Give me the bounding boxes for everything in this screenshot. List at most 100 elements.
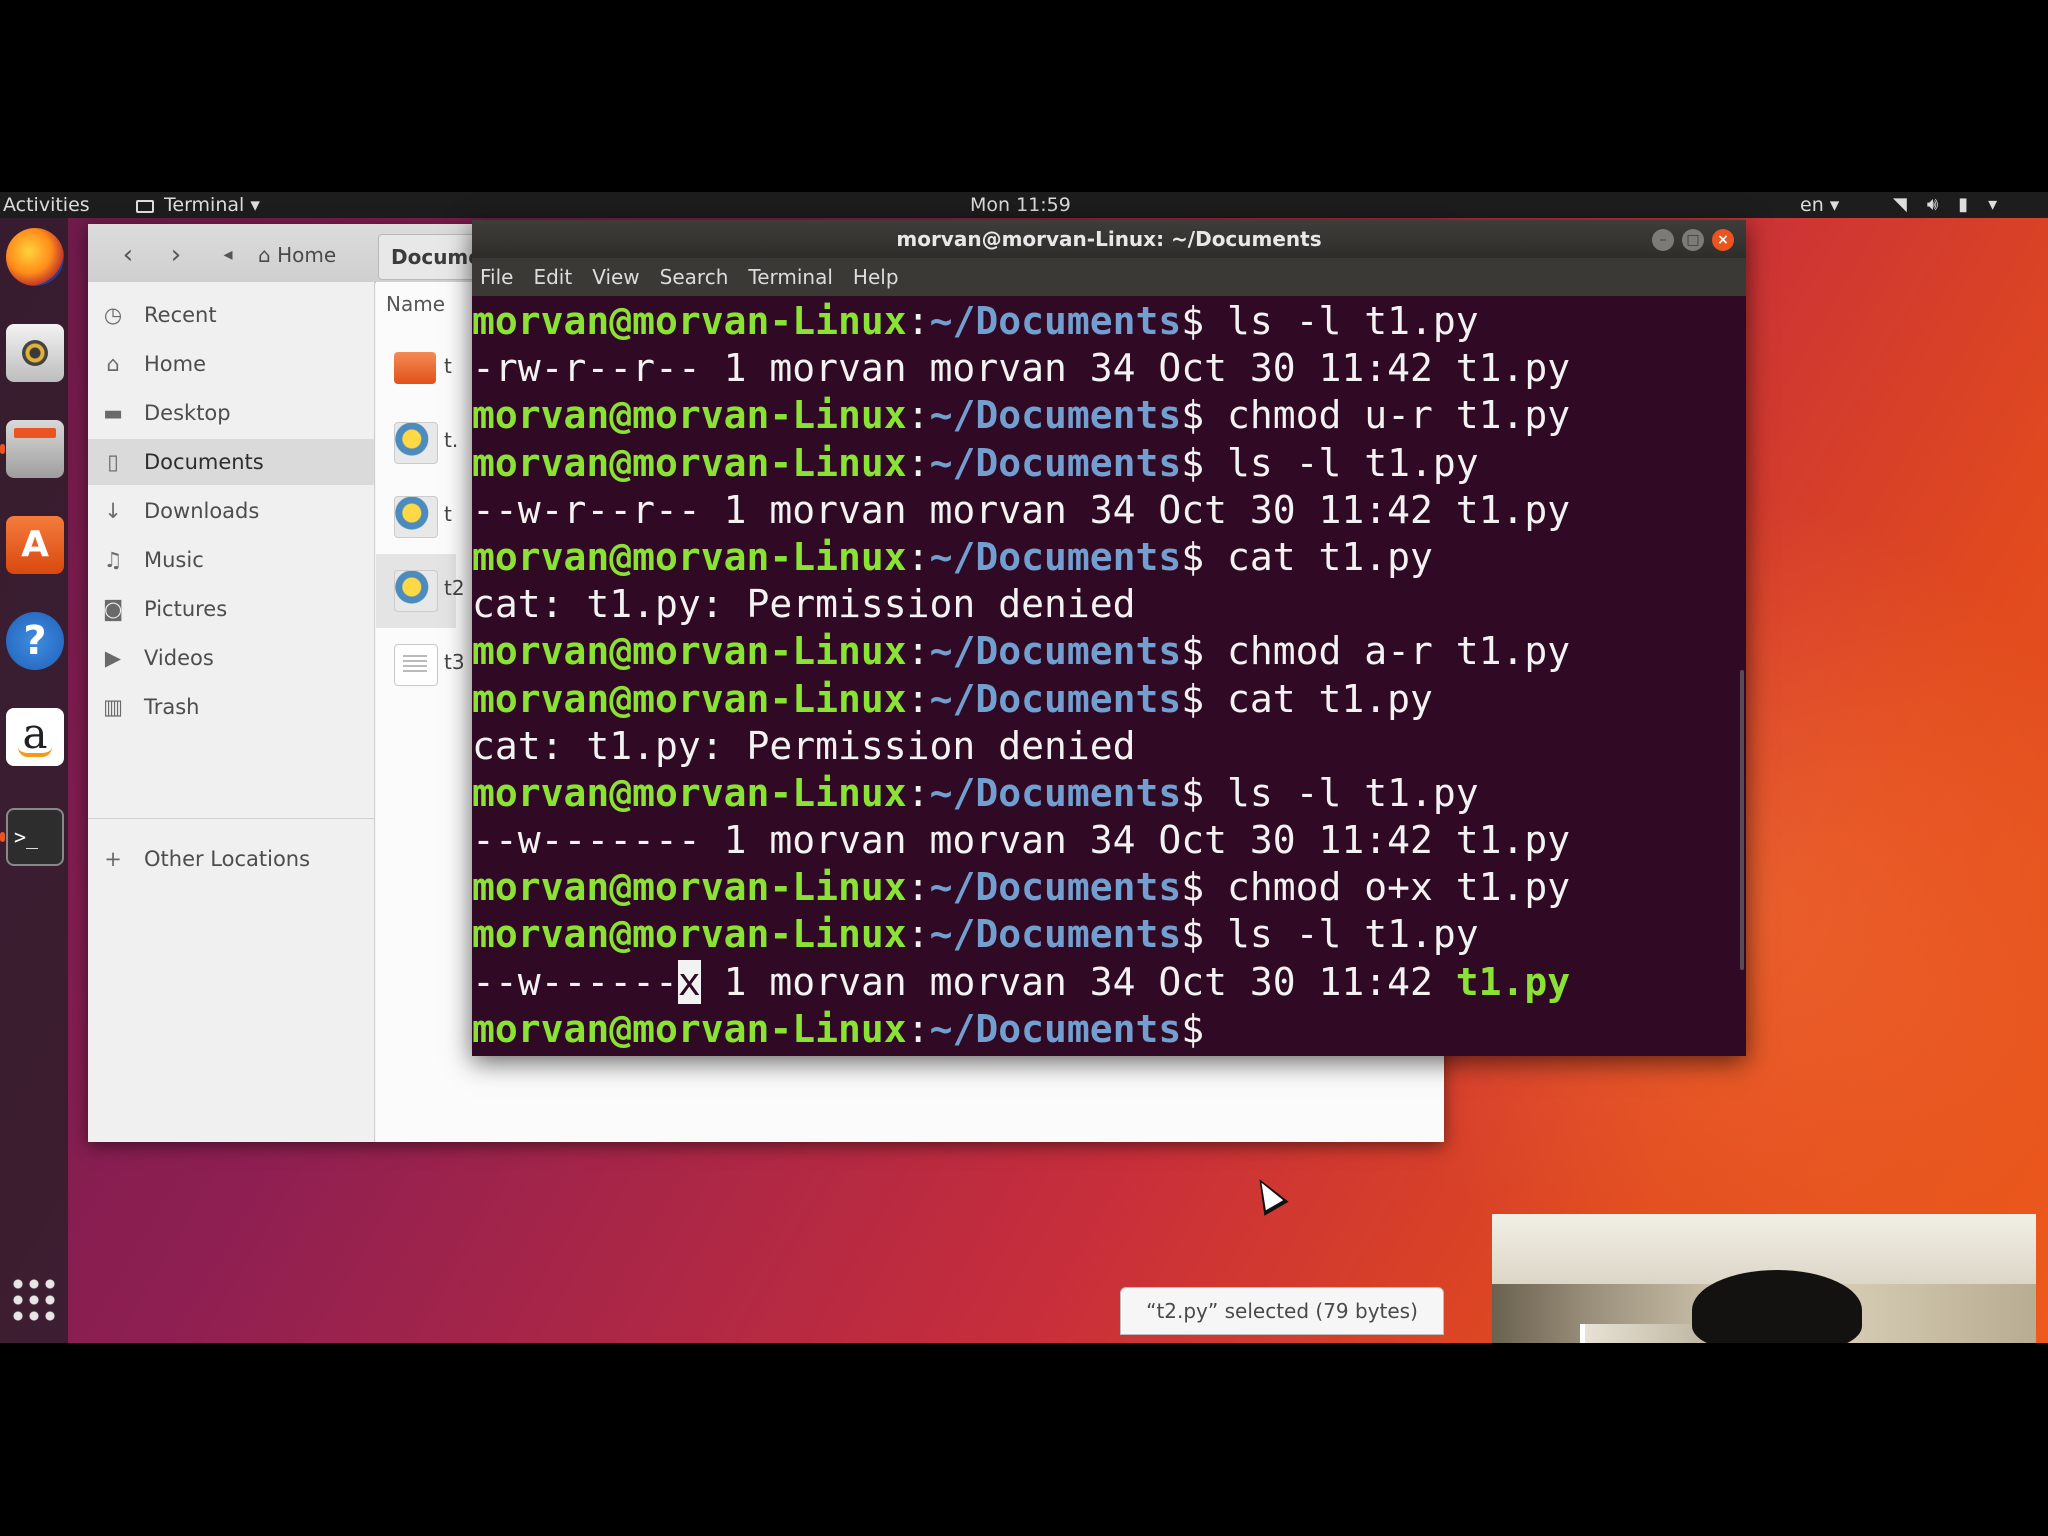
sidebar-item-recent[interactable]: ◷ Recent — [88, 292, 374, 338]
breadcrumb-home[interactable]: ⌂ Home — [258, 238, 336, 272]
status-area[interactable]: ◥ 🔊︎ ▮ ▾ — [1893, 192, 1997, 218]
prompt-path: ~/Documents — [929, 865, 1182, 910]
menu-help[interactable]: Help — [853, 265, 899, 289]
column-header-name[interactable]: Name — [386, 292, 445, 316]
sidebar-item-music[interactable]: ♫ Music — [88, 537, 374, 583]
terminal-output[interactable]: morvan@morvan-Linux:~/Documents$ ls -l t… — [472, 298, 1746, 1056]
terminal-icon[interactable]: >_ — [6, 808, 64, 866]
video-icon: ▶ — [104, 646, 122, 670]
show-apps-icon[interactable] — [10, 1276, 58, 1324]
permission-bits: --w------ — [472, 959, 678, 1004]
sidebar-item-desktop[interactable]: ▬ Desktop — [88, 390, 374, 436]
prompt-user-host: morvan@morvan-Linux — [472, 393, 907, 438]
menu-edit[interactable]: Edit — [533, 265, 572, 289]
amazon-icon[interactable]: a — [6, 708, 64, 766]
sidebar-item-label: Desktop — [144, 401, 231, 425]
sidebar-item-label: Recent — [144, 303, 217, 327]
minimize-icon[interactable]: – — [1652, 229, 1674, 251]
breadcrumb-home-label: Home — [277, 243, 337, 267]
prompt-user-host: morvan@morvan-Linux — [472, 534, 907, 579]
prompt-user-host: morvan@morvan-Linux — [472, 299, 907, 343]
terminal-prompt-line: morvan@morvan-Linux:~/Documents$ ls -l t… — [472, 770, 1746, 817]
sidebar-item-documents[interactable]: ▯ Documents — [88, 439, 374, 485]
download-icon: ↓ — [104, 499, 122, 523]
prompt-command: $ ls -l t1.py — [1181, 299, 1479, 343]
list-item[interactable]: t3 — [376, 628, 465, 702]
rhythmbox-icon[interactable] — [6, 324, 64, 382]
webcam-door — [1580, 1324, 1705, 1343]
prompt-user-host: morvan@morvan-Linux — [472, 676, 907, 721]
maximize-icon[interactable]: □ — [1682, 229, 1704, 251]
dock: A ? a >_ — [0, 218, 68, 1343]
terminal-titlebar[interactable]: morvan@morvan-Linux: ~/Documents — [472, 220, 1746, 258]
terminal-menubar: File Edit View Search Terminal Help — [472, 258, 1746, 296]
terminal-output-line: --w------x 1 morvan morvan 34 Oct 30 11:… — [472, 959, 1746, 1006]
terminal-window: morvan@morvan-Linux: ~/Documents – □ × F… — [472, 220, 1746, 1056]
menu-view[interactable]: View — [592, 265, 639, 289]
plus-icon: + — [104, 847, 122, 871]
sidebar-item-label: Documents — [144, 450, 264, 474]
folder-icon — [394, 352, 436, 384]
terminal-output-line: --w------- 1 morvan morvan 34 Oct 30 11:… — [472, 818, 1571, 863]
language-indicator[interactable]: en ▾ — [1800, 192, 1839, 218]
selection-status: “t2.py” selected (79 bytes) — [1120, 1287, 1444, 1335]
prompt-path: ~/Documents — [929, 440, 1182, 485]
sidebar-item-videos[interactable]: ▶ Videos — [88, 635, 374, 681]
text-cursor: x — [677, 959, 701, 1004]
firefox-icon[interactable] — [6, 228, 64, 286]
prompt-path: ~/Documents — [929, 299, 1182, 343]
sidebar-item-other-locations[interactable]: + Other Locations — [88, 836, 374, 882]
help-icon[interactable]: ? — [6, 612, 64, 670]
file-name: t. — [444, 428, 459, 452]
sidebar-item-label: Other Locations — [144, 847, 311, 871]
sidebar-item-home[interactable]: ⌂ Home — [88, 341, 374, 387]
menu-file[interactable]: File — [480, 265, 513, 289]
prompt-path: ~/Documents — [929, 770, 1182, 815]
prompt-path: ~/Documents — [929, 1006, 1182, 1051]
sidebar-item-label: Music — [144, 548, 204, 572]
home-icon: ⌂ — [258, 243, 271, 267]
app-menu[interactable]: Terminal ▾ — [136, 192, 260, 218]
sidebar-item-downloads[interactable]: ↓ Downloads — [88, 488, 374, 534]
software-center-icon[interactable]: A — [6, 516, 64, 574]
prompt-separator: : — [906, 629, 930, 674]
sidebar-item-pictures[interactable]: ◙ Pictures — [88, 586, 374, 632]
python-file-icon — [394, 422, 438, 464]
terminal-prompt-line: morvan@morvan-Linux:~/Documents$ chmod a… — [472, 628, 1746, 675]
listing-details: 1 morvan morvan 34 Oct 30 11:42 — [700, 959, 1456, 1004]
sidebar-item-label: Videos — [144, 646, 214, 670]
executable-filename: t1.py — [1455, 959, 1571, 1004]
prompt-command: $ chmod a-r t1.py — [1181, 629, 1571, 674]
scrollbar[interactable] — [1740, 670, 1744, 970]
prompt-command: $ ls -l t1.py — [1181, 912, 1479, 957]
terminal-output-line: cat: t1.py: Permission denied — [472, 582, 1136, 627]
files-icon[interactable] — [6, 420, 64, 478]
prompt-separator: : — [906, 865, 930, 910]
path-left-arrow-icon[interactable]: ◂ — [218, 238, 238, 272]
list-item-selected[interactable]: t2 — [376, 554, 465, 628]
list-item[interactable]: t. — [376, 406, 459, 480]
close-icon[interactable]: × — [1712, 229, 1734, 251]
back-arrow-icon[interactable]: ‹ — [110, 238, 146, 272]
file-name: t3 — [444, 650, 465, 674]
sidebar-item-trash[interactable]: ▥ Trash — [88, 684, 374, 730]
prompt-command: $ ls -l t1.py — [1181, 440, 1479, 485]
terminal-output-line: --w-r--r-- 1 morvan morvan 34 Oct 30 11:… — [472, 487, 1571, 532]
trash-icon: ▥ — [103, 695, 123, 719]
prompt-user-host: morvan@morvan-Linux — [472, 912, 907, 957]
top-bar: Activities Terminal ▾ Mon 11:59 en ▾ ◥ 🔊… — [0, 192, 2048, 218]
prompt-command: $ chmod o+x t1.py — [1181, 865, 1571, 910]
list-item[interactable]: t — [376, 332, 456, 406]
terminal-prompt-line: morvan@morvan-Linux:~/Documents$ — [472, 1006, 1746, 1053]
list-item[interactable]: t — [376, 480, 456, 554]
files-sidebar: ◷ Recent ⌂ Home ▬ Desktop ▯ Documents ↓ Downl… — [88, 282, 375, 1142]
activities-button[interactable]: Activities — [3, 192, 90, 218]
clock[interactable]: Mon 11:59 — [970, 192, 1071, 218]
menu-terminal[interactable]: Terminal — [748, 265, 833, 289]
menu-search[interactable]: Search — [660, 265, 729, 289]
prompt-path: ~/Documents — [929, 912, 1182, 957]
terminal-prompt-line: morvan@morvan-Linux:~/Documents$ ls -l t… — [472, 911, 1746, 958]
camera-icon: ◙ — [102, 597, 124, 621]
forward-arrow-icon[interactable]: › — [158, 238, 194, 272]
terminal-prompt-line: morvan@morvan-Linux:~/Documents$ chmod u… — [472, 392, 1746, 439]
